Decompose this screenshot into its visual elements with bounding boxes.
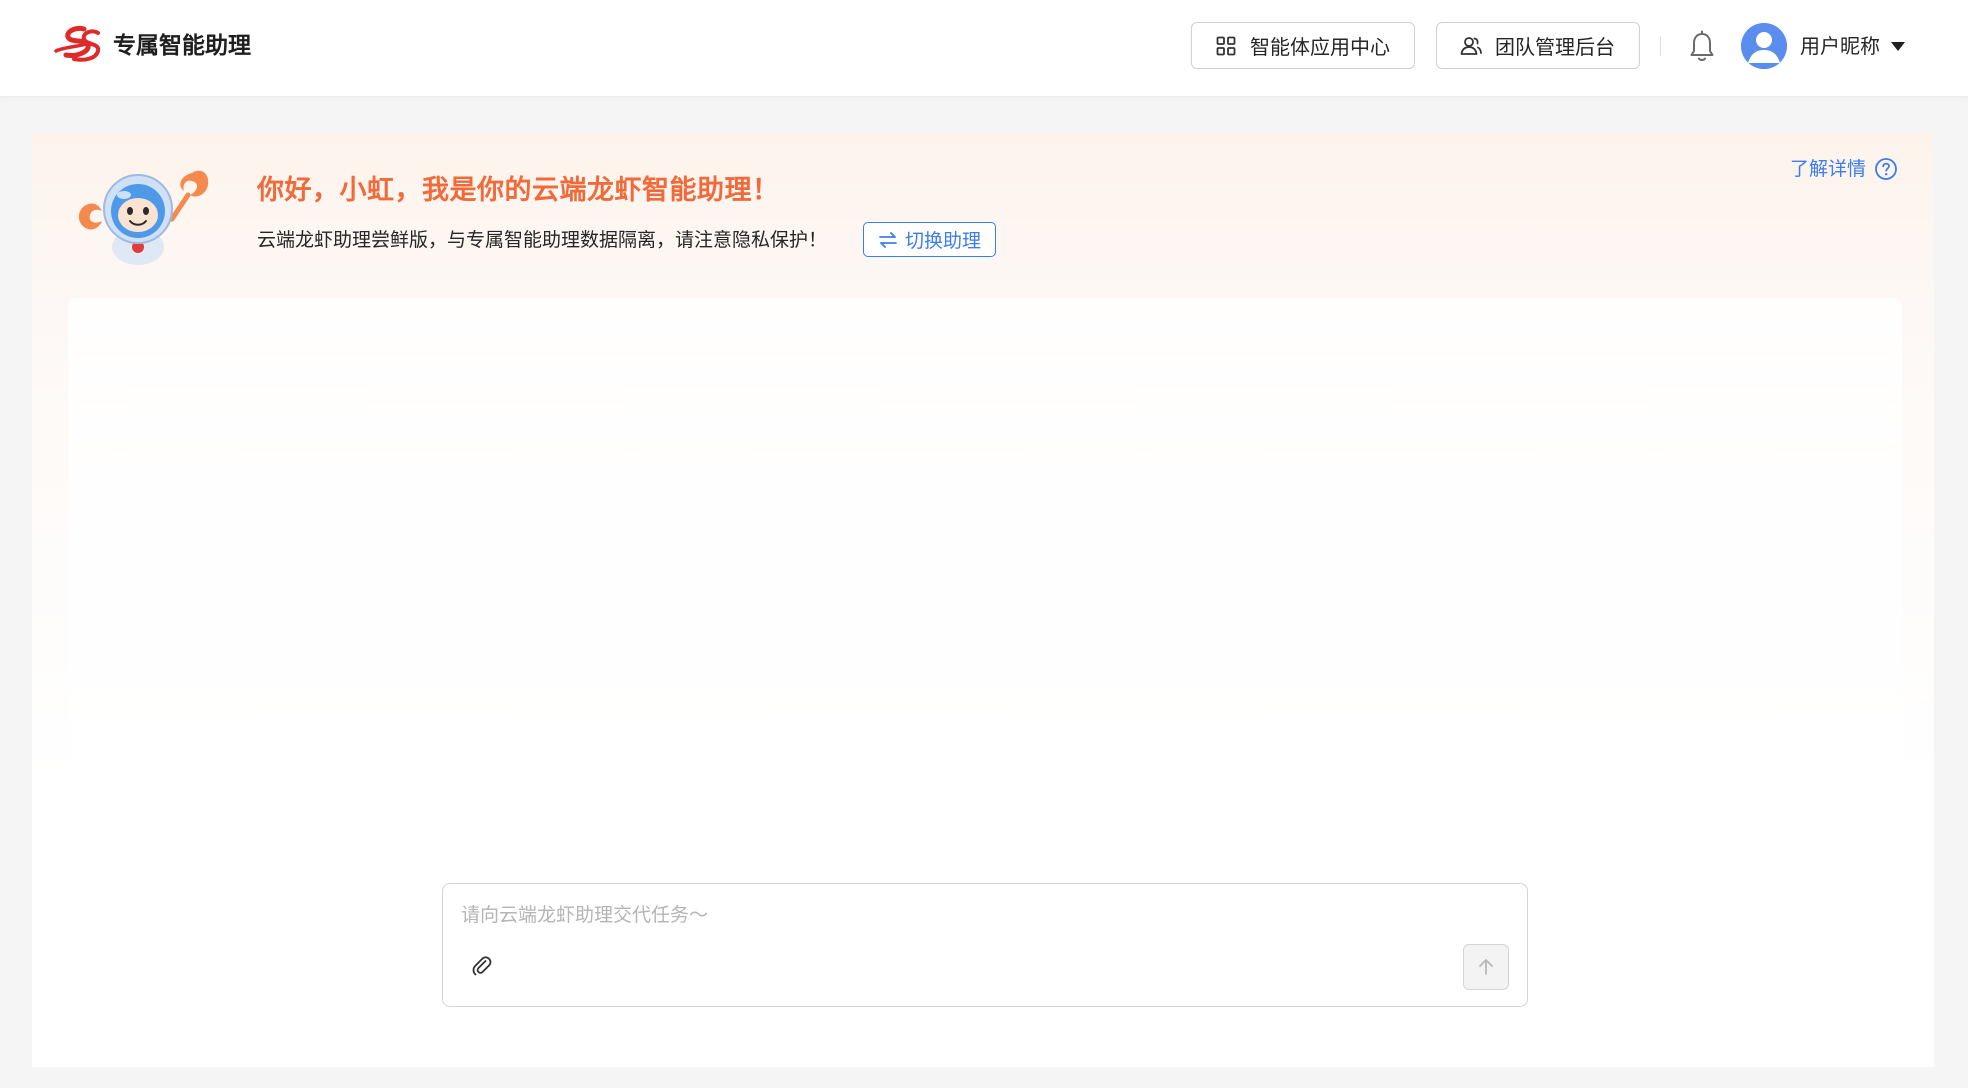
privacy-notice: 云端龙虾助理尝鲜版，与专属智能助理数据隔离，请注意隐私保护！	[257, 229, 828, 251]
username[interactable]: 用户昵称	[1800, 30, 1880, 62]
header-divider	[1660, 36, 1661, 56]
learn-more-label: 了解详情	[1790, 158, 1867, 180]
send-button[interactable]	[1463, 944, 1509, 990]
app-title: 专属智能助理	[113, 33, 251, 59]
team-admin-label: 团队管理后台	[1495, 35, 1615, 59]
user-avatar[interactable]	[1741, 23, 1787, 69]
team-admin-button[interactable]: 团队管理后台	[1436, 22, 1640, 69]
lobster-mascot-icon	[78, 170, 209, 265]
grid-icon	[1216, 36, 1236, 55]
app-center-button[interactable]: 智能体应用中心	[1191, 22, 1415, 69]
top-header: 专属智能助理 智能体应用中心 团队管理后台 用户昵称	[0, 0, 1968, 97]
caret-down-icon[interactable]	[1890, 40, 1906, 52]
swap-arrows-icon	[879, 231, 897, 248]
brand-logo-icon[interactable]	[54, 25, 104, 65]
task-input-box	[442, 883, 1528, 1007]
paperclip-icon[interactable]	[471, 955, 493, 977]
switch-assistant-label: 切换助理	[904, 230, 981, 252]
learn-more-link[interactable]: 了解详情	[1790, 154, 1898, 184]
bell-icon[interactable]	[1688, 30, 1716, 64]
app-center-label: 智能体应用中心	[1250, 35, 1390, 59]
user-avatar-icon	[1741, 23, 1787, 69]
chat-message-area[interactable]	[68, 298, 1902, 858]
task-input[interactable]	[461, 900, 1501, 940]
arrow-up-icon	[1479, 959, 1493, 975]
question-circle-icon	[1875, 158, 1897, 180]
switch-assistant-button[interactable]: 切换助理	[863, 222, 996, 257]
users-icon	[1460, 36, 1482, 55]
welcome-greeting: 你好，小虹，我是你的云端龙虾智能助理！	[257, 175, 780, 206]
